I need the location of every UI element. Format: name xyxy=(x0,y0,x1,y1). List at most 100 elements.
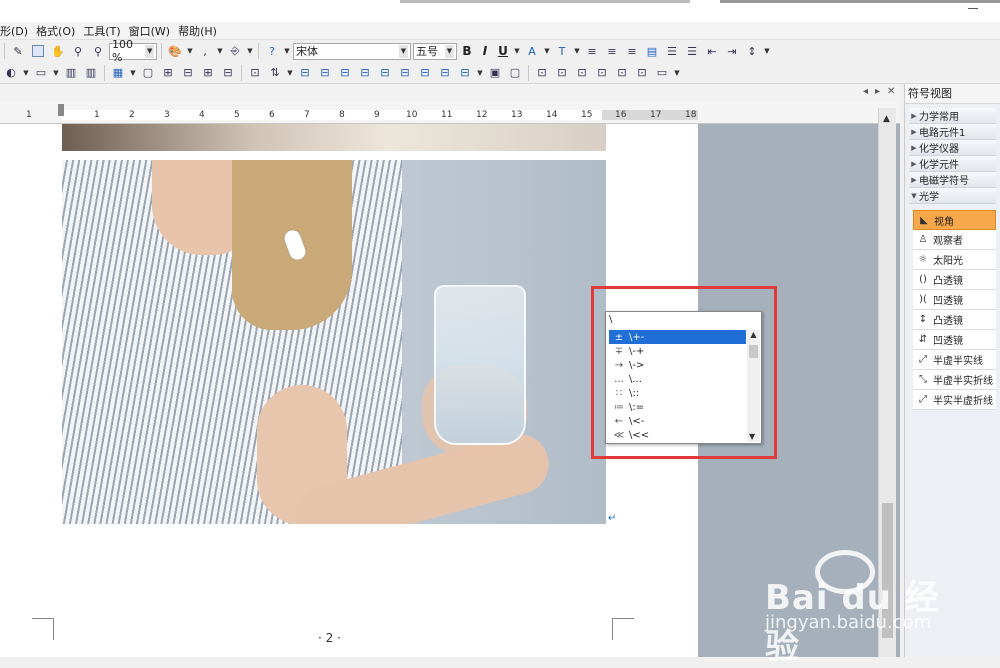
formula-2-icon[interactable]: ⊟ xyxy=(316,64,334,82)
symbol-item[interactable]: ◣ 视角 xyxy=(913,210,996,230)
indent-marker-icon[interactable] xyxy=(58,104,64,116)
border-icon[interactable]: ▭ xyxy=(32,64,50,82)
chevron-down-icon[interactable]: ▼ xyxy=(286,69,294,77)
indent-decrease-icon[interactable]: ⇤ xyxy=(703,42,721,60)
chevron-left-icon[interactable]: ◂ xyxy=(863,86,868,97)
object-1-icon[interactable]: ⊡ xyxy=(533,64,551,82)
symbol-item[interactable]: )(凹透镜 xyxy=(913,290,996,310)
sort-icon[interactable]: ⇅ xyxy=(266,64,284,82)
highlight-icon[interactable]: T xyxy=(553,42,571,60)
chevron-down-icon[interactable]: ▼ xyxy=(129,69,137,77)
font-size-select[interactable]: 五号 ▼ xyxy=(413,42,457,60)
menu-item-draw[interactable]: 形(D) xyxy=(0,23,36,39)
object-4-icon[interactable]: ⊡ xyxy=(593,64,611,82)
zoom-out-icon[interactable]: ⚲ xyxy=(89,42,107,60)
autocomplete-item[interactable]: ∓ \-+ xyxy=(609,344,746,358)
autocomplete-item[interactable]: … \... xyxy=(609,372,746,386)
symbol-item[interactable]: ⤢ 半虚半实线 xyxy=(913,350,996,370)
chevron-down-icon[interactable]: ▼ xyxy=(573,47,581,55)
minimize-icon[interactable] xyxy=(968,8,978,9)
merge-cells-icon[interactable]: ⊞ xyxy=(159,64,177,82)
chevron-down-icon[interactable]: ▼ xyxy=(749,432,755,441)
formula-5-icon[interactable]: ⊟ xyxy=(376,64,394,82)
embedded-photo[interactable] xyxy=(62,160,606,524)
autocomplete-item[interactable]: → \-> xyxy=(609,358,746,372)
line-spacing-icon[interactable]: ↕ xyxy=(743,42,761,60)
chevron-down-icon[interactable]: ▼ xyxy=(763,47,771,55)
symbol-autocomplete-popup[interactable]: \ ± \+- ∓ \-+ → \-> … \... ∷ \:: ≔ \:= ← \<- ≪ \… xyxy=(605,311,762,444)
chevron-down-icon[interactable]: ▼ xyxy=(52,69,60,77)
formula-8-icon[interactable]: ⊟ xyxy=(436,64,454,82)
numbered-list-icon[interactable]: ☰ xyxy=(683,42,701,60)
autocomplete-item[interactable]: ≪ \<< xyxy=(609,428,746,442)
image-icon[interactable]: ▣ xyxy=(486,64,504,82)
chevron-up-icon[interactable]: ▲ xyxy=(883,114,890,124)
formula-3-icon[interactable]: ⊟ xyxy=(336,64,354,82)
menu-item-help[interactable]: 帮助(H) xyxy=(178,23,225,39)
chevron-down-icon[interactable]: ▼ xyxy=(22,69,30,77)
category-electromagnetism[interactable]: ▶ 电磁学符号 xyxy=(909,172,996,188)
category-circuit[interactable]: ▶ 电路元件1 xyxy=(909,124,996,140)
object-7-icon[interactable]: ▭ xyxy=(653,64,671,82)
menu-item-tools[interactable]: 工具(T) xyxy=(83,23,128,39)
formula-9-icon[interactable]: ⊟ xyxy=(456,64,474,82)
chevron-up-icon[interactable]: ▲ xyxy=(747,330,760,339)
indent-increase-icon[interactable]: ⇥ xyxy=(723,42,741,60)
zoom-in-icon[interactable]: ⚲ xyxy=(69,42,87,60)
italic-button[interactable]: I xyxy=(477,44,493,58)
symbol-item[interactable]: ⇵ 凹透镜 xyxy=(913,330,996,350)
formula-1-icon[interactable]: ⊟ xyxy=(296,64,314,82)
symbol-item[interactable]: () 凸透镜 xyxy=(913,270,996,290)
formula-6-icon[interactable]: ⊟ xyxy=(396,64,414,82)
justify-icon[interactable]: ▤ xyxy=(643,42,661,60)
autocomplete-item[interactable]: ← \<- xyxy=(609,414,746,428)
autocomplete-item[interactable]: ≔ \:= xyxy=(609,400,746,414)
bold-button[interactable]: B xyxy=(459,44,475,58)
autocomplete-item[interactable]: ∷ \:: xyxy=(609,386,746,400)
table-row-icon[interactable]: ▥ xyxy=(62,64,80,82)
category-chem-elements[interactable]: ▶ 化学元件 xyxy=(909,156,996,172)
formula-7-icon[interactable]: ⊟ xyxy=(416,64,434,82)
text-color-icon[interactable]: A xyxy=(523,42,541,60)
frame-icon[interactable]: ▢ xyxy=(506,64,524,82)
chevron-down-icon[interactable]: ▼ xyxy=(246,47,254,55)
object-3-icon[interactable]: ⊡ xyxy=(573,64,591,82)
object-5-icon[interactable]: ⊡ xyxy=(613,64,631,82)
color-picker-icon[interactable]: 🎨 xyxy=(166,42,184,60)
formula-4-icon[interactable]: ⊟ xyxy=(356,64,374,82)
category-optics[interactable]: ▼ 光学 xyxy=(909,188,996,204)
align-right-icon[interactable]: ≡ xyxy=(623,42,641,60)
split-cells-icon[interactable]: ⊟ xyxy=(179,64,197,82)
symbol-item[interactable]: ☼ 太阳光 xyxy=(913,250,996,270)
object-6-icon[interactable]: ⊡ xyxy=(633,64,651,82)
chevron-down-icon[interactable]: ▼ xyxy=(673,69,681,77)
zoom-select[interactable]: 100 % ▼ xyxy=(109,38,157,64)
autocomplete-item[interactable]: ± \+- xyxy=(609,330,746,344)
scrollbar-thumb[interactable] xyxy=(749,345,758,358)
table-insert-icon[interactable]: ⊞ xyxy=(199,64,217,82)
help-icon[interactable]: ? xyxy=(263,42,281,60)
hand-icon[interactable]: ✋ xyxy=(49,42,67,60)
close-icon[interactable]: ✕ xyxy=(887,86,895,97)
autocomplete-scrollbar[interactable]: ▲ ▼ xyxy=(747,330,760,442)
object-2-icon[interactable]: ⊡ xyxy=(553,64,571,82)
font-name-select[interactable]: 宋体 ▼ xyxy=(293,42,411,60)
category-chem-instruments[interactable]: ▶ 化学仪器 xyxy=(909,140,996,156)
menu-item-format[interactable]: 格式(O) xyxy=(36,23,83,39)
symbol-item[interactable]: ⤢ 半实半虚折线 xyxy=(913,390,996,410)
symbol-item[interactable]: ♙ 观察者 xyxy=(913,230,996,250)
chevron-down-icon[interactable]: ▼ xyxy=(513,47,521,55)
underline-button[interactable]: U xyxy=(495,44,511,58)
autocomplete-input[interactable]: \ xyxy=(609,314,749,328)
chevron-down-icon[interactable]: ▼ xyxy=(216,47,224,55)
symbol-item[interactable]: ↕ 凸透镜 xyxy=(913,310,996,330)
comma-icon[interactable]: , xyxy=(196,42,214,60)
chevron-down-icon[interactable]: ▼ xyxy=(476,69,484,77)
insert-table-icon[interactable]: ▦ xyxy=(109,64,127,82)
table-prop-icon[interactable]: ▢ xyxy=(139,64,157,82)
list-icon[interactable]: ☰ xyxy=(663,42,681,60)
chevron-right-icon[interactable]: ▸ xyxy=(875,86,880,97)
table-col-icon[interactable]: ▥ xyxy=(82,64,100,82)
chevron-down-icon[interactable]: ▼ xyxy=(186,47,194,55)
pen-icon[interactable]: ✎ xyxy=(9,42,27,60)
